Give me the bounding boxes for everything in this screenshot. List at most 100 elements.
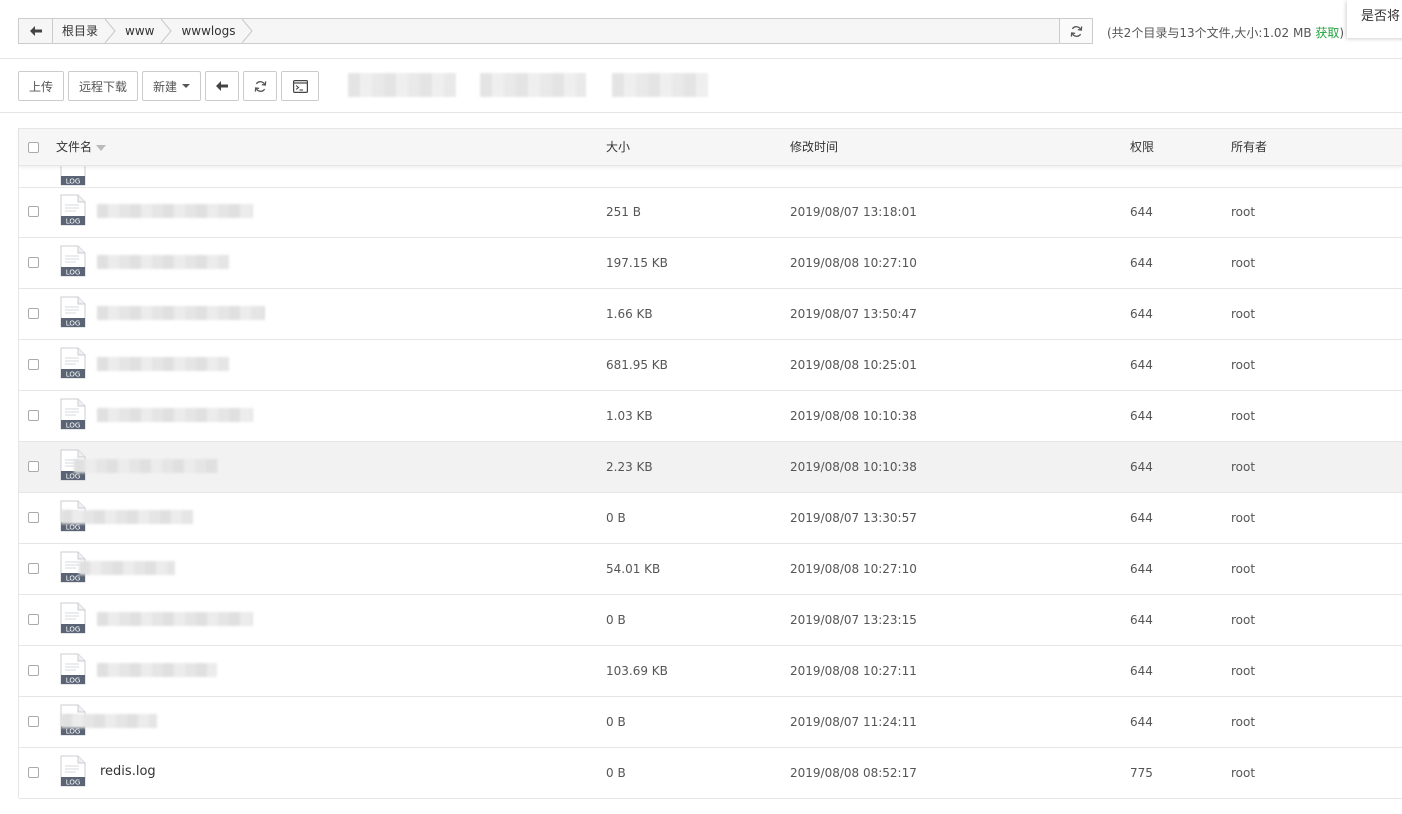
redacted-tab[interactable] (480, 73, 586, 97)
file-permission[interactable]: 644 (1130, 544, 1153, 594)
address-refresh-button[interactable] (1059, 19, 1092, 43)
row-checkbox[interactable] (28, 206, 39, 217)
file-size: 0 B (606, 511, 626, 525)
redacted-file-name[interactable] (61, 714, 157, 728)
table-row[interactable]: LOG 103.69 KB 2019/08/08 10:27:11 644 ro… (19, 646, 1402, 697)
file-owner[interactable]: root (1231, 442, 1255, 492)
refresh-button[interactable] (243, 71, 278, 101)
terminal-button[interactable] (281, 71, 320, 101)
breadcrumb: 根目录 www wwwlogs (53, 19, 254, 43)
file-permission[interactable]: 775 (1130, 748, 1153, 798)
svg-text:LOG: LOG (66, 371, 81, 379)
file-permission[interactable]: 644 (1130, 442, 1153, 492)
file-owner[interactable]: root (1231, 646, 1255, 696)
row-checkbox[interactable] (28, 512, 39, 523)
summary-text: (共2个目录与13个文件,大小:1.02 MB (1107, 26, 1312, 40)
file-permission[interactable]: 644 (1130, 697, 1153, 747)
table-row[interactable]: LOG 197.15 KB 2019/08/08 10:27:10 644 ro… (19, 238, 1402, 289)
remote-download-button[interactable]: 远程下载 (68, 71, 139, 101)
file-owner[interactable]: root (1231, 289, 1255, 339)
redacted-file-name[interactable] (97, 357, 229, 371)
table-row[interactable]: LOG 681.95 KB 2019/08/08 10:25:01 644 ro… (19, 340, 1402, 391)
breadcrumb-root[interactable]: 根目录 (53, 19, 116, 43)
redacted-file-name[interactable] (61, 510, 193, 524)
row-checkbox[interactable] (28, 665, 39, 676)
file-mtime: 2019/08/08 10:10:38 (790, 460, 917, 474)
breadcrumb-wwwlogs[interactable]: wwwlogs (172, 19, 254, 43)
row-checkbox[interactable] (28, 563, 39, 574)
table-row[interactable]: LOG 2.23 KB 2019/08/08 10:10:38 644 root (19, 442, 1402, 493)
row-checkbox[interactable] (28, 257, 39, 268)
address-bar: 根目录 www wwwlogs (18, 18, 1093, 44)
table-header: 文件名 大小 修改时间 权限 所有者 (19, 128, 1402, 166)
file-permission[interactable]: 644 (1130, 391, 1153, 441)
file-owner[interactable]: root (1231, 238, 1255, 288)
table-row[interactable]: LOG 0 B 2019/08/07 11:24:11 644 root (19, 697, 1402, 748)
file-permission[interactable]: 644 (1130, 187, 1153, 237)
table-row[interactable]: LOG 1.03 KB 2019/08/08 10:10:38 644 root (19, 391, 1402, 442)
redacted-file-name[interactable] (97, 306, 265, 320)
svg-text:LOG: LOG (66, 728, 81, 736)
table-row[interactable]: LOG 0 B 2019/08/07 13:30:57 644 root (19, 493, 1402, 544)
table-row[interactable]: LOG 54.01 KB 2019/08/08 10:27:10 644 roo… (19, 544, 1402, 595)
redacted-file-name[interactable] (97, 255, 229, 269)
svg-text:LOG: LOG (66, 626, 81, 634)
file-mtime: 2019/08/07 13:50:47 (790, 307, 917, 321)
back-button[interactable] (205, 71, 240, 101)
row-checkbox[interactable] (28, 614, 39, 625)
table-row[interactable]: LOG redis.log 0 B 2019/08/08 08:52:17 77… (19, 748, 1402, 799)
file-mtime: 2019/08/08 08:52:17 (790, 766, 917, 780)
select-all-checkbox[interactable] (28, 142, 39, 153)
file-owner[interactable]: root (1231, 697, 1255, 747)
column-owner[interactable]: 所有者 (1231, 129, 1267, 165)
file-permission[interactable]: 644 (1130, 493, 1153, 543)
breadcrumb-www[interactable]: www (116, 19, 173, 43)
table-row[interactable]: LOG 0 B 2019/08/07 13:23:15 644 root (19, 595, 1402, 646)
row-checkbox[interactable] (28, 767, 39, 778)
arrow-left-icon (29, 26, 42, 36)
row-checkbox[interactable] (28, 716, 39, 727)
file-owner[interactable]: root (1231, 493, 1255, 543)
file-size: 54.01 KB (606, 562, 661, 576)
svg-text:LOG: LOG (66, 422, 81, 430)
file-owner[interactable]: root (1231, 544, 1255, 594)
log-file-icon: LOG (60, 398, 86, 430)
table-row[interactable]: LOG 1.66 KB 2019/08/07 13:50:47 644 root (19, 289, 1402, 340)
row-checkbox[interactable] (28, 410, 39, 421)
redacted-file-name[interactable] (97, 204, 253, 218)
row-checkbox[interactable] (28, 308, 39, 319)
redacted-tab[interactable] (612, 73, 708, 97)
back-icon-button[interactable] (19, 19, 53, 43)
new-dropdown-button[interactable]: 新建 (142, 71, 202, 101)
row-checkbox[interactable] (28, 359, 39, 370)
svg-text:LOG: LOG (66, 178, 81, 186)
sort-desc-icon (96, 144, 107, 151)
redacted-file-name[interactable] (97, 612, 253, 626)
file-permission[interactable]: 644 (1130, 289, 1153, 339)
file-owner[interactable]: root (1231, 187, 1255, 237)
column-size[interactable]: 大小 (606, 129, 630, 165)
redacted-file-name[interactable] (74, 459, 218, 473)
file-permission[interactable]: 644 (1130, 340, 1153, 390)
column-permission[interactable]: 权限 (1130, 129, 1154, 165)
file-permission[interactable]: 644 (1130, 238, 1153, 288)
column-mtime[interactable]: 修改时间 (790, 129, 838, 165)
redacted-file-name[interactable] (79, 561, 175, 575)
row-checkbox[interactable] (28, 461, 39, 472)
file-owner[interactable]: root (1231, 748, 1255, 798)
file-permission[interactable]: 644 (1130, 646, 1153, 696)
file-owner[interactable]: root (1231, 595, 1255, 645)
file-name[interactable]: redis.log (100, 748, 156, 798)
fetch-size-link[interactable]: 获取 (1315, 26, 1339, 40)
redacted-file-name[interactable] (97, 663, 217, 677)
toolbar: 上传 远程下载 新建 (18, 71, 320, 101)
table-row[interactable]: LOG 251 B 2019/08/07 13:18:01 644 root (19, 187, 1402, 238)
file-permission[interactable]: 644 (1130, 595, 1153, 645)
file-owner[interactable]: root (1231, 391, 1255, 441)
redacted-tab[interactable] (348, 73, 456, 97)
redacted-file-name[interactable] (97, 408, 253, 422)
breadcrumb-separator-icon (161, 19, 173, 43)
file-owner[interactable]: root (1231, 340, 1255, 390)
column-filename[interactable]: 文件名 (56, 129, 107, 165)
upload-button[interactable]: 上传 (18, 71, 65, 101)
